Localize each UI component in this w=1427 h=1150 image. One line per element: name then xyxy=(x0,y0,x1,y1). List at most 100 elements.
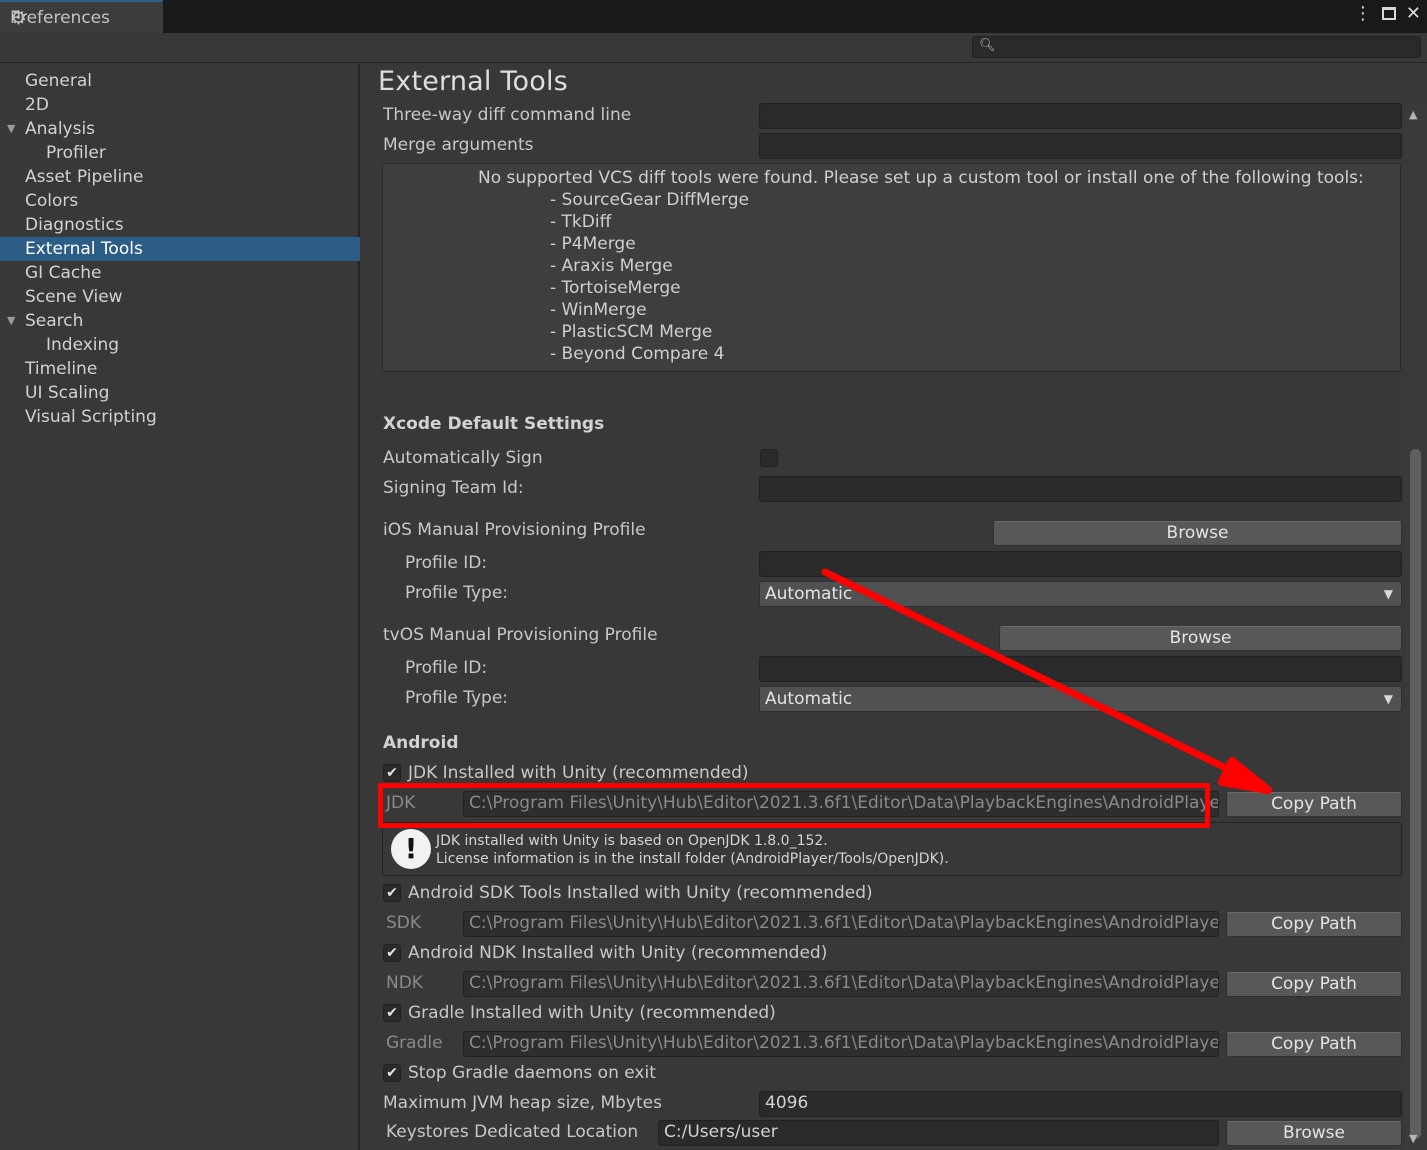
vcs-tool-item: - Araxis Merge xyxy=(550,256,673,276)
annotation-highlight-box xyxy=(378,783,1210,828)
tvos-profile-type-value: Automatic xyxy=(765,689,853,709)
sidebar-item-profiler[interactable]: Profiler xyxy=(0,141,360,165)
sidebar-item-asset-pipeline[interactable]: Asset Pipeline xyxy=(0,165,360,189)
sidebar-item-timeline[interactable]: Timeline xyxy=(0,357,360,381)
sidebar-item-ui-scaling[interactable]: UI Scaling xyxy=(0,381,360,405)
sidebar-item-2d[interactable]: 2D xyxy=(0,93,360,117)
scroll-down-icon[interactable]: ▼ xyxy=(1409,1132,1417,1145)
signing-team-id-label: Signing Team Id: xyxy=(383,478,524,498)
jdk-copy-path-button[interactable]: Copy Path xyxy=(1226,792,1402,817)
ios-browse-button[interactable]: Browse xyxy=(993,521,1402,546)
sidebar-item-indexing[interactable]: Indexing xyxy=(0,333,360,357)
ndk-label: NDK xyxy=(386,973,423,993)
ios-profile-type-value: Automatic xyxy=(765,584,853,604)
sidebar-item-diagnostics[interactable]: Diagnostics xyxy=(0,213,360,237)
keystore-browse-button[interactable]: Browse xyxy=(1226,1121,1402,1146)
gradle-copy-path-button[interactable]: Copy Path xyxy=(1226,1032,1402,1057)
vcs-help-box: No supported VCS diff tools were found. … xyxy=(382,163,1401,372)
merge-arguments-field[interactable] xyxy=(759,133,1402,159)
vcs-tool-item: - PlasticSCM Merge xyxy=(550,322,713,342)
sdk-copy-path-button[interactable]: Copy Path xyxy=(1226,912,1402,937)
expand-triangle-icon[interactable]: ▼ xyxy=(7,117,15,141)
search-input[interactable]: 🔍︎ xyxy=(972,36,1421,58)
ndk-checkbox-label: Android NDK Installed with Unity (recomm… xyxy=(408,943,828,963)
close-icon[interactable]: ✕ xyxy=(1406,3,1421,24)
jdk-info-box: ! JDK installed with Unity is based on O… xyxy=(382,822,1402,876)
three-way-diff-label: Three-way diff command line xyxy=(383,105,632,125)
ndk-copy-path-button[interactable]: Copy Path xyxy=(1226,972,1402,997)
ios-profile-type-dropdown[interactable]: Automatic ▼ xyxy=(759,581,1402,607)
toolbar: 🔍︎ xyxy=(0,33,1427,63)
preferences-tab[interactable]: ⚙ Preferences xyxy=(0,0,163,33)
tab-title: Preferences xyxy=(10,7,110,28)
scrollbar[interactable]: ▲ ▼ xyxy=(1405,104,1427,1150)
merge-arguments-label: Merge arguments xyxy=(383,135,534,155)
sidebar-item-search[interactable]: ▼ Search xyxy=(0,309,360,333)
sidebar-item-visual-scripting[interactable]: Visual Scripting xyxy=(0,405,360,429)
maximize-icon[interactable] xyxy=(1381,7,1396,20)
gradle-checkbox[interactable]: ✔ xyxy=(383,1004,401,1022)
ndk-checkbox[interactable]: ✔ xyxy=(383,944,401,962)
scrollbar-thumb[interactable] xyxy=(1410,449,1421,1139)
jvm-heap-label: Maximum JVM heap size, Mbytes xyxy=(383,1093,662,1113)
page-title: External Tools xyxy=(378,66,568,97)
sidebar-item-analysis[interactable]: ▼ Analysis xyxy=(0,117,360,141)
vcs-tool-item: - SourceGear DiffMerge xyxy=(550,190,749,210)
vcs-tool-item: - WinMerge xyxy=(550,300,647,320)
ios-profile-type-label: Profile Type: xyxy=(405,583,509,603)
sidebar-item-general[interactable]: General xyxy=(0,69,360,93)
gradle-path-field[interactable]: C:\Program Files\Unity\Hub\Editor\2021.3… xyxy=(463,1031,1219,1057)
jdk-info-line1: JDK installed with Unity is based on Ope… xyxy=(436,833,828,849)
sidebar-item-scene-view[interactable]: Scene View xyxy=(0,285,360,309)
automatically-sign-label: Automatically Sign xyxy=(383,448,543,468)
sidebar-item-colors[interactable]: Colors xyxy=(0,189,360,213)
search-icon: 🔍︎ xyxy=(979,38,996,53)
scroll-up-icon[interactable]: ▲ xyxy=(1409,108,1417,121)
automatically-sign-checkbox[interactable] xyxy=(760,449,778,467)
jdk-checkbox-label: JDK Installed with Unity (recommended) xyxy=(408,763,749,783)
tvos-profile-id-field[interactable] xyxy=(759,656,1402,682)
window-controls: ⋮ ✕ xyxy=(1354,3,1421,24)
android-section-header: Android xyxy=(383,733,459,753)
dropdown-arrow-icon: ▼ xyxy=(1383,587,1393,601)
gradle-label: Gradle xyxy=(386,1033,443,1053)
vcs-message: No supported VCS diff tools were found. … xyxy=(478,168,1364,188)
sidebar-item-gi-cache[interactable]: GI Cache xyxy=(0,261,360,285)
tvos-profile-type-dropdown[interactable]: Automatic ▼ xyxy=(759,686,1402,712)
vcs-tool-item: - P4Merge xyxy=(550,234,636,254)
sdk-label: SDK xyxy=(386,913,422,933)
sdk-checkbox-label: Android SDK Tools Installed with Unity (… xyxy=(408,883,873,903)
keystore-location-label: Keystores Dedicated Location xyxy=(386,1122,639,1142)
ios-profile-id-field[interactable] xyxy=(759,551,1402,577)
dropdown-arrow-icon: ▼ xyxy=(1383,692,1393,706)
keystore-location-field[interactable]: C:/Users/user xyxy=(658,1120,1219,1146)
sdk-checkbox[interactable]: ✔ xyxy=(383,884,401,902)
vcs-tool-item: - TortoiseMerge xyxy=(550,278,681,298)
xcode-section-header: Xcode Default Settings xyxy=(383,414,605,434)
stop-gradle-label: Stop Gradle daemons on exit xyxy=(408,1063,656,1083)
tvos-profile-type-label: Profile Type: xyxy=(405,688,509,708)
ios-provisioning-label: iOS Manual Provisioning Profile xyxy=(383,520,646,540)
title-bar: ⚙ Preferences ⋮ ✕ xyxy=(0,0,1427,33)
more-icon[interactable]: ⋮ xyxy=(1354,3,1372,24)
sdk-path-field[interactable]: C:\Program Files\Unity\Hub\Editor\2021.3… xyxy=(463,911,1219,937)
three-way-diff-field[interactable] xyxy=(759,103,1402,129)
sidebar-item-external-tools[interactable]: External Tools xyxy=(0,237,360,261)
warning-icon: ! xyxy=(391,829,431,869)
ios-profile-id-label: Profile ID: xyxy=(405,553,488,573)
ndk-path-field[interactable]: C:\Program Files\Unity\Hub\Editor\2021.3… xyxy=(463,971,1219,997)
signing-team-id-field[interactable] xyxy=(759,476,1402,502)
vcs-tool-item: - Beyond Compare 4 xyxy=(550,344,725,364)
tvos-browse-button[interactable]: Browse xyxy=(999,626,1402,651)
gradle-checkbox-label: Gradle Installed with Unity (recommended… xyxy=(408,1003,776,1023)
expand-triangle-icon[interactable]: ▼ xyxy=(7,309,15,333)
jdk-info-line2: License information is in the install fo… xyxy=(436,851,949,867)
tvos-provisioning-label: tvOS Manual Provisioning Profile xyxy=(383,625,658,645)
jdk-checkbox[interactable]: ✔ xyxy=(383,764,401,782)
main-panel: External Tools Three-way diff command li… xyxy=(362,64,1427,1150)
sidebar: General 2D ▼ Analysis Profiler Asset Pipe… xyxy=(0,64,360,1150)
stop-gradle-checkbox[interactable]: ✔ xyxy=(383,1064,401,1082)
jvm-heap-field[interactable]: 4096 xyxy=(759,1091,1402,1117)
tvos-profile-id-label: Profile ID: xyxy=(405,658,488,678)
vcs-tool-item: - TkDiff xyxy=(550,212,612,232)
